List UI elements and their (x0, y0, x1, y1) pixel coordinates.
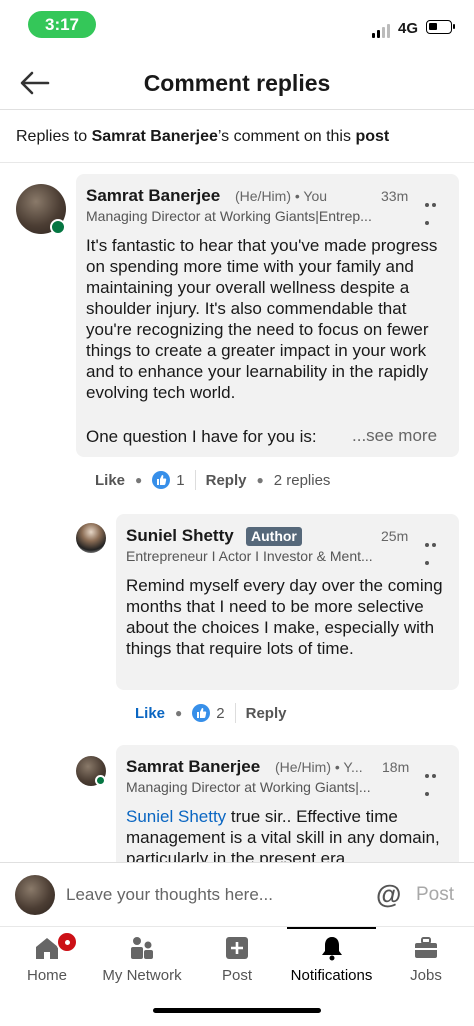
like-button[interactable]: Like (135, 705, 165, 722)
post-icon (226, 937, 248, 959)
status-time: 3:17 (28, 11, 96, 38)
signal-icon (372, 24, 390, 38)
commenter-pronoun: (He/Him) • You (235, 188, 328, 204)
mention-icon[interactable]: @ (376, 879, 401, 910)
status-bar: 3:17 4G (0, 0, 474, 50)
bell-icon (321, 937, 342, 961)
post-button[interactable]: Post (416, 884, 454, 906)
more-options-icon[interactable] (425, 765, 443, 796)
nav-home[interactable]: Home (14, 927, 80, 993)
reply-author-name[interactable]: Suniel Shetty (126, 526, 234, 546)
like-button[interactable]: Like (95, 472, 125, 489)
notification-badge (56, 931, 78, 953)
reply-time: 25m (381, 528, 409, 544)
comment-actions: Like ● 1 Reply ● 2 replies (95, 470, 331, 490)
reply-author-name[interactable]: Samrat Banerjee (126, 757, 260, 777)
comment-time: 33m (381, 188, 409, 204)
page-title: Comment replies (143, 70, 331, 96)
context-middle: ’s comment on this (217, 128, 356, 145)
see-more-link[interactable]: ...see more (352, 426, 437, 446)
nav-post[interactable]: Post (207, 927, 267, 993)
comment-text: It's fantastic to hear that you've made … (86, 236, 438, 402)
like-reaction-icon (192, 704, 211, 722)
nav-jobs[interactable]: Jobs (396, 927, 456, 993)
commenter-name[interactable]: Samrat Banerjee (86, 186, 220, 206)
reply-bubble: Suniel Shetty Author 25m Entrepreneur I … (116, 514, 459, 690)
comment-bubble: Samrat Banerjee (He/Him) • You 33m Manag… (76, 174, 459, 457)
replies-count[interactable]: 2 replies (274, 472, 331, 489)
context-prefix: Replies to (16, 128, 92, 145)
nav-notifications[interactable]: Notifications (284, 927, 379, 993)
commenter-headline: Managing Director at Working Giants|Entr… (86, 208, 372, 224)
replies-context: Replies to Samrat Banerjee’s comment on … (0, 111, 474, 163)
home-indicator (153, 1008, 321, 1013)
nav-jobs-label: Jobs (410, 967, 442, 984)
like-count[interactable]: 2 (216, 705, 224, 722)
battery-icon (426, 20, 455, 34)
network-type: 4G (398, 20, 419, 37)
author-badge: Author (246, 527, 302, 546)
comment-input[interactable]: Leave your thoughts here... (66, 885, 273, 905)
app-header: Comment replies (0, 58, 474, 110)
reply-author-headline: Entrepreneur I Actor I Investor & Ment..… (126, 548, 373, 564)
more-options-icon[interactable] (425, 194, 443, 225)
nav-my-network[interactable]: My Network (97, 927, 187, 993)
reply-author-headline: Managing Director at Working Giants|... (126, 779, 371, 795)
my-avatar[interactable] (15, 875, 55, 915)
nav-my-network-label: My Network (102, 967, 182, 984)
more-options-icon[interactable] (425, 534, 443, 565)
reply-text: Suniel Shetty true sir.. Effective time … (126, 806, 451, 862)
network-icon (131, 937, 153, 959)
reply-button[interactable]: Reply (246, 705, 287, 722)
online-status-dot (95, 775, 106, 786)
comment-last-line: One question I have for you is: (86, 427, 317, 446)
online-status-dot (50, 219, 66, 235)
reply-text: Remind myself every day over the coming … (126, 576, 443, 658)
comment-composer: Leave your thoughts here... @ Post (0, 862, 474, 926)
like-count[interactable]: 1 (176, 472, 184, 489)
context-post-link[interactable]: post (355, 128, 389, 145)
nav-post-label: Post (221, 967, 252, 984)
reply-actions: Like ● 2 Reply (135, 703, 287, 723)
nav-notifications-label: Notifications (290, 967, 373, 984)
reply-time: 18m (382, 759, 410, 775)
reply-bubble: Samrat Banerjee (He/Him) • Y... 18m Mana… (116, 745, 459, 862)
reply-button[interactable]: Reply (206, 472, 247, 489)
context-author[interactable]: Samrat Banerjee (92, 128, 218, 145)
like-reaction-icon (152, 471, 171, 489)
avatar[interactable] (76, 523, 106, 553)
nav-home-label: Home (26, 967, 67, 984)
mention-link[interactable]: Suniel Shetty (126, 807, 226, 826)
reply-author-pronoun: (He/Him) • Y... (275, 759, 363, 775)
briefcase-icon (415, 937, 437, 958)
